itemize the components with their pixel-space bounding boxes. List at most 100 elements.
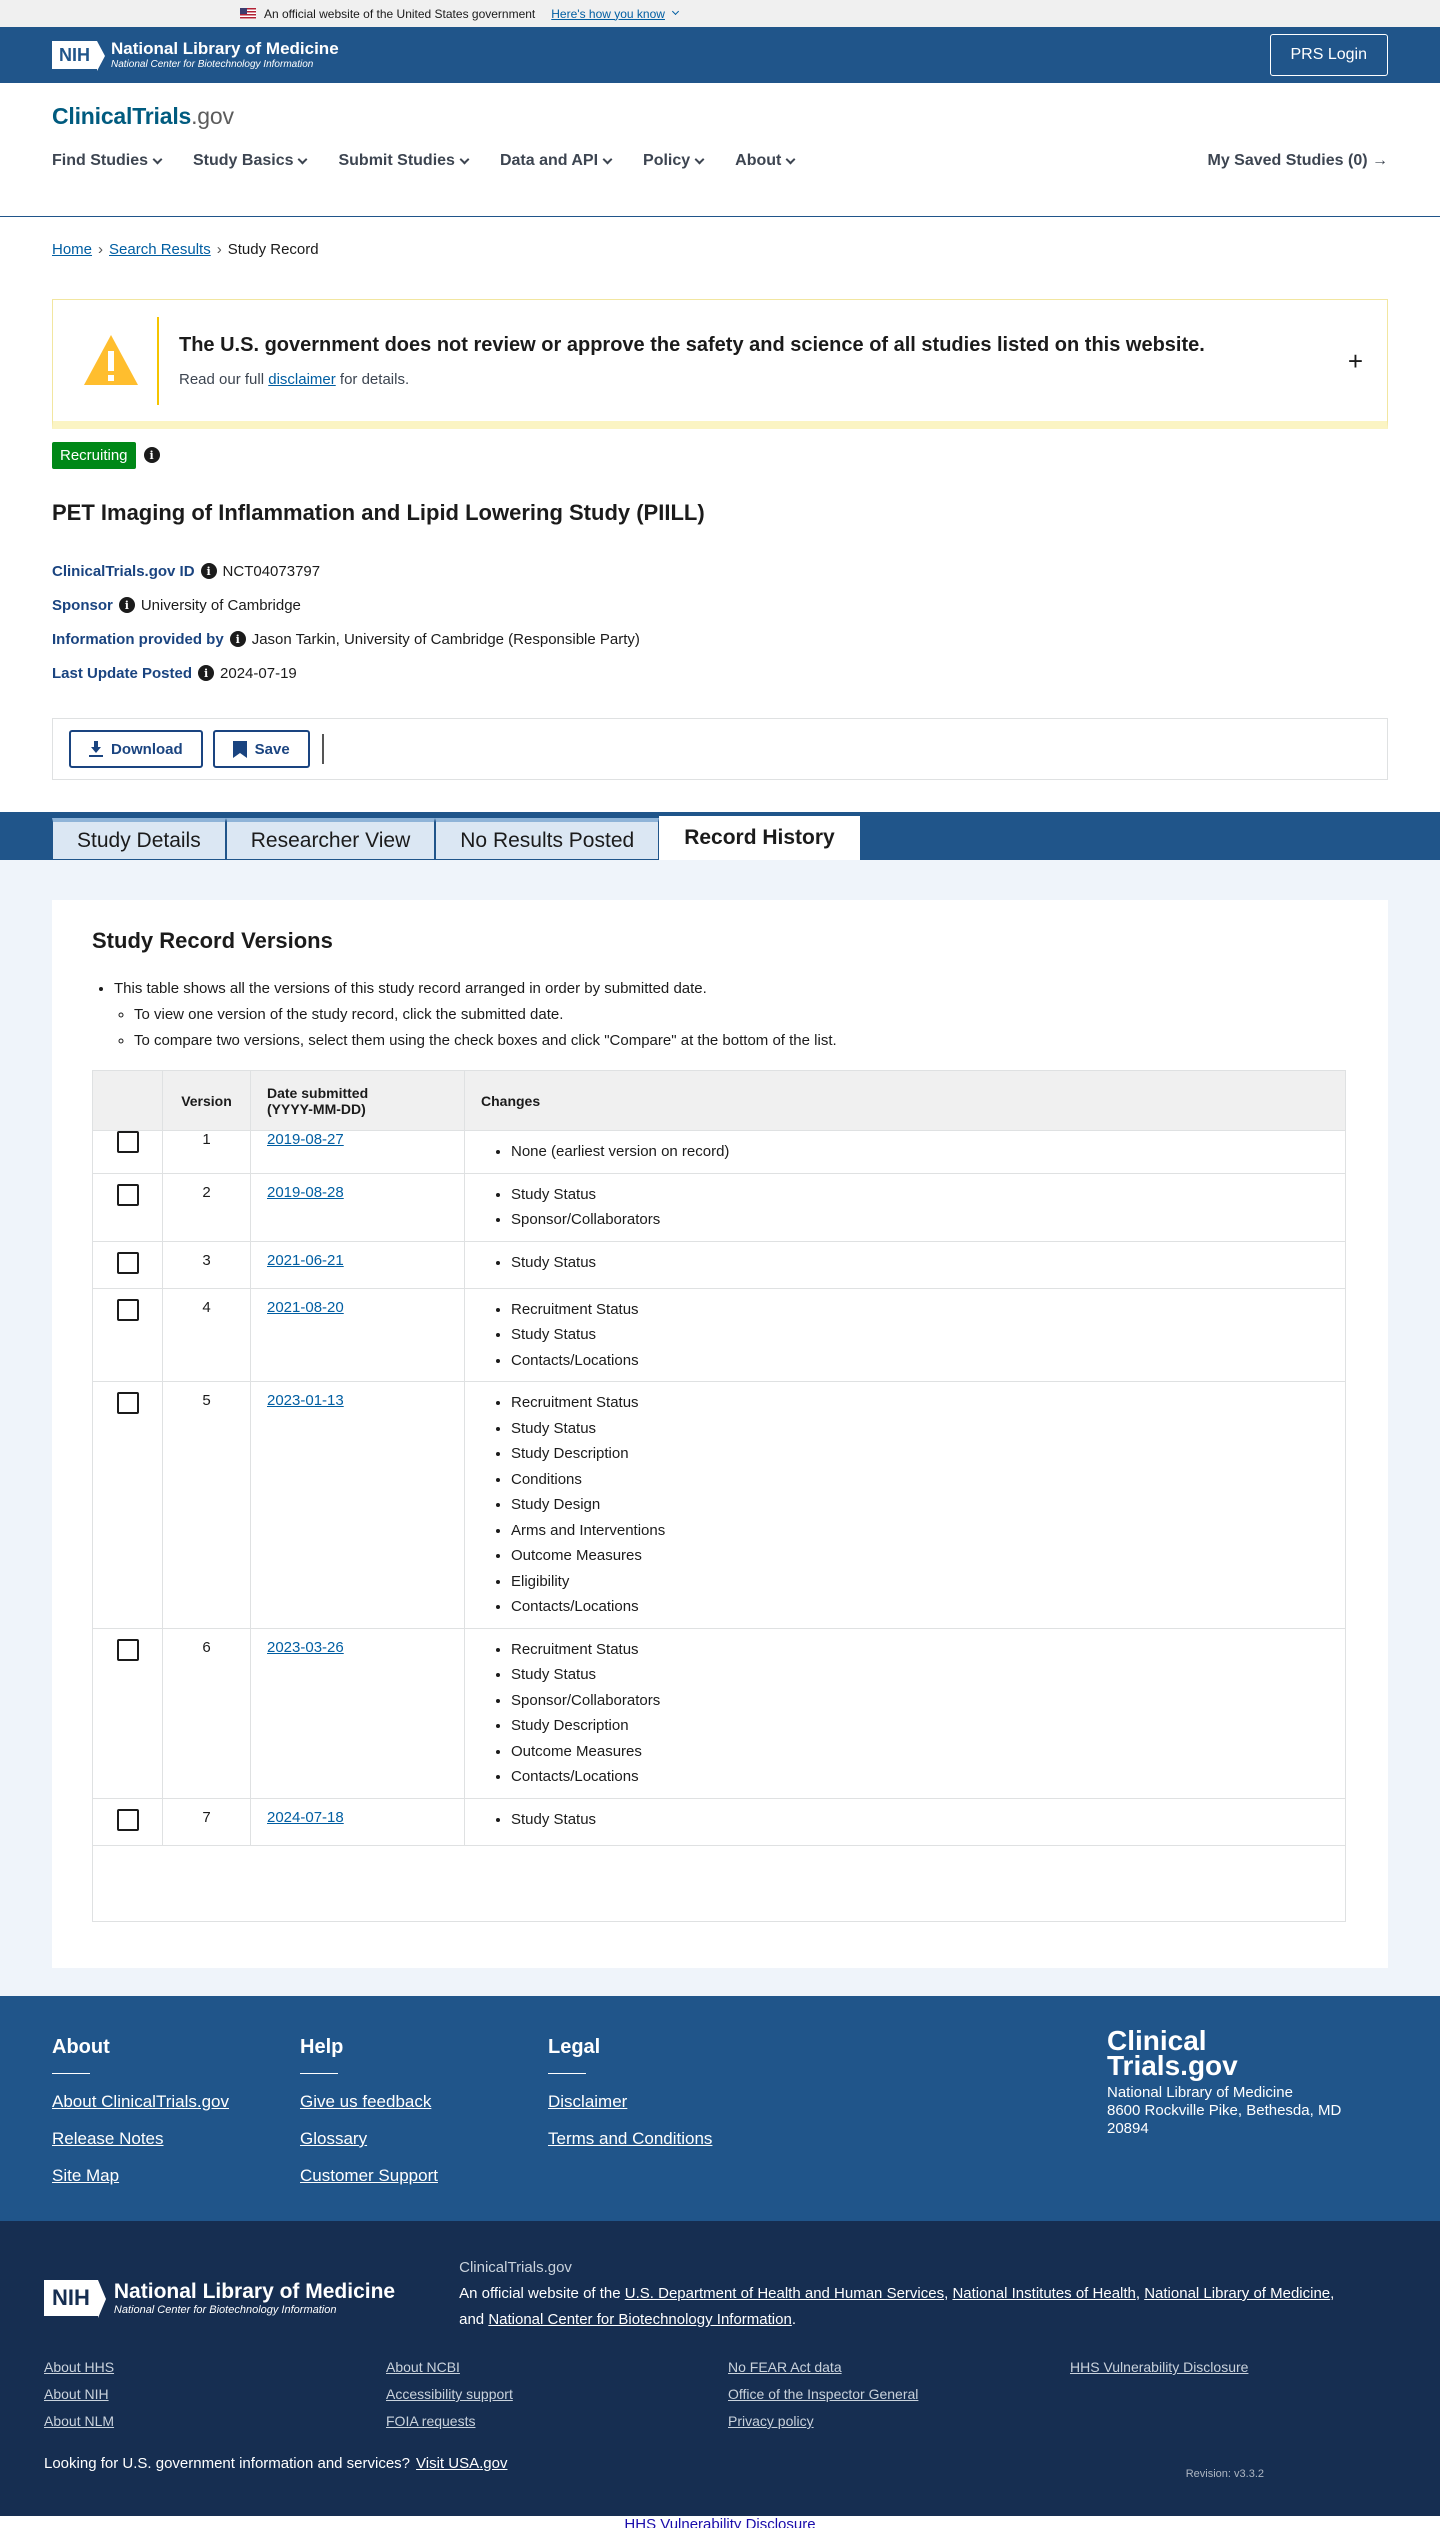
version-date-link[interactable]: 2023-01-13 <box>267 1392 344 1409</box>
nav-about[interactable]: About <box>735 152 796 170</box>
version-number: 1 <box>162 1130 251 1173</box>
prs-login-button[interactable]: PRS Login <box>1269 34 1388 76</box>
study-meta: ClinicalTrials.gov ID i NCT04073797 Sponso… <box>52 554 1388 690</box>
nav-label: Find Studies <box>52 152 148 169</box>
revision-text: Revision: v3.3.2 <box>1185 2468 1264 2480</box>
nlm-title: National Library of Medicine <box>111 39 339 59</box>
version-checkbox[interactable] <box>116 1808 139 1831</box>
change-item: Outcome Measures <box>511 1543 1329 1569</box>
version-checkbox[interactable] <box>116 1638 139 1661</box>
nih-link[interactable]: National Institutes of Health <box>952 2285 1135 2302</box>
version-checkbox[interactable] <box>116 1298 139 1321</box>
clinicaltrials-logo[interactable]: ClinicalTrials.gov <box>52 103 1388 130</box>
info-icon[interactable]: i <box>143 447 160 463</box>
nav-find-studies[interactable]: Find Studies <box>52 152 163 170</box>
change-item: Recruitment Status <box>511 1390 1329 1416</box>
version-date-link[interactable]: 2021-08-20 <box>267 1299 344 1316</box>
table-row: 1 2019-08-27 None (earliest version on rec… <box>92 1130 1346 1173</box>
footer-link[interactable]: Customer Support <box>300 2166 548 2186</box>
version-checkbox[interactable] <box>116 1392 139 1414</box>
nlm-link[interactable]: National Library of Medicine <box>1144 2285 1330 2302</box>
logo-main-text: ClinicalTrials <box>52 103 192 129</box>
version-date-link[interactable]: 2024-07-18 <box>267 1809 344 1826</box>
nlm-link-item[interactable]: About NCBI <box>386 2359 728 2375</box>
version-date-link[interactable]: 2023-03-26 <box>267 1639 344 1656</box>
meta-label: Sponsor <box>52 596 113 614</box>
version-select-cell <box>92 1797 163 1845</box>
logo-suffix-text: .gov <box>191 103 234 129</box>
nlm-link-item[interactable]: HHS Vulnerability Disclosure <box>1070 2359 1412 2375</box>
version-date-link[interactable]: 2021-06-21 <box>267 1252 344 1269</box>
footer-link[interactable]: Terms and Conditions <box>548 2129 796 2149</box>
version-number: 5 <box>162 1381 251 1628</box>
hhs-vulnerability-disclosure-link[interactable]: HHS Vulnerability Disclosure <box>624 2516 815 2528</box>
nav-data-and-api[interactable]: Data and API <box>500 152 613 170</box>
breadcrumb-search-results[interactable]: Search Results <box>109 241 211 258</box>
disclaimer-link[interactable]: disclaimer <box>268 371 336 388</box>
my-saved-studies-link[interactable]: My Saved Studies (0) → <box>1208 152 1389 170</box>
gov-banner: An official website of the United States… <box>0 0 1440 27</box>
nlm-link-item[interactable]: No FEAR Act data <box>728 2359 1070 2375</box>
breadcrumb-separator-icon: › <box>98 240 104 258</box>
nav-study-basics[interactable]: Study Basics <box>193 152 308 170</box>
version-date-cell: 2019-08-28 <box>250 1172 465 1241</box>
nav-label: Submit Studies <box>338 152 455 169</box>
footer-link[interactable]: Glossary <box>300 2129 548 2149</box>
footer-link[interactable]: Site Map <box>52 2166 300 2186</box>
version-checkbox[interactable] <box>116 1131 139 1153</box>
nlm-link-item[interactable]: About NLM <box>44 2413 386 2429</box>
version-select-cell <box>92 1381 163 1628</box>
nlm-link-item[interactable]: About NIH <box>44 2386 386 2402</box>
save-button[interactable]: Save <box>212 730 310 768</box>
hhs-link[interactable]: U.S. Department of Health and Human Serv… <box>625 2285 944 2302</box>
change-item: Sponsor/Collaborators <box>511 1207 1329 1233</box>
tab-no-results-posted[interactable]: No Results Posted <box>435 818 660 860</box>
change-item: Study Description <box>511 1713 1329 1739</box>
version-select-cell <box>92 1287 163 1382</box>
breadcrumb-separator-icon: › <box>216 240 222 258</box>
footer-link[interactable]: Give us feedback <box>300 2092 548 2112</box>
nlm-footer-logo[interactable]: NIH National Library of Medicine Nationa… <box>44 2263 395 2333</box>
footer-link[interactable]: Release Notes <box>52 2129 300 2149</box>
nlm-link-item[interactable]: FOIA requests <box>386 2413 728 2429</box>
record-history-section: Study Record Versions This table shows a… <box>0 860 1440 1996</box>
footer-link[interactable]: About ClinicalTrials.gov <box>52 2092 300 2112</box>
download-label: Download <box>111 740 183 758</box>
nlm-link-item[interactable]: About HHS <box>44 2359 386 2375</box>
visit-usa-gov-link[interactable]: Visit USA.gov <box>416 2455 507 2472</box>
versions-heading: Study Record Versions <box>92 928 333 953</box>
version-date-link[interactable]: 2019-08-27 <box>267 1131 344 1148</box>
breadcrumb-home[interactable]: Home <box>52 241 92 258</box>
saved-label: My Saved Studies (0) <box>1207 152 1368 169</box>
nlm-logo[interactable]: NIH National Library of Medicine Nationa… <box>52 39 339 71</box>
chevron-down-icon <box>298 154 308 164</box>
info-icon[interactable]: i <box>118 597 135 613</box>
version-date-cell: 2021-08-20 <box>250 1287 465 1382</box>
gov-banner-text: An official website of the United States… <box>264 6 536 21</box>
us-flag-icon <box>240 8 256 19</box>
footer-col-title: Help <box>300 2036 344 2058</box>
version-checkbox[interactable] <box>116 1183 139 1206</box>
nlm-link-item[interactable]: Privacy policy <box>728 2413 1070 2429</box>
nlm-link-item[interactable]: Accessibility support <box>386 2386 728 2402</box>
footer-link[interactable]: Disclaimer <box>548 2092 796 2112</box>
tab-researcher-view[interactable]: Researcher View <box>225 818 436 860</box>
version-checkbox[interactable] <box>116 1251 139 1274</box>
tab-study-details[interactable]: Study Details <box>52 818 226 860</box>
version-date-link[interactable]: 2019-08-28 <box>267 1184 344 1201</box>
nav-submit-studies[interactable]: Submit Studies <box>338 152 470 170</box>
expand-plus-icon[interactable]: + <box>1348 346 1363 377</box>
info-icon[interactable]: i <box>198 665 215 681</box>
nav-policy[interactable]: Policy <box>643 152 705 170</box>
empty-cell <box>1070 2386 1412 2402</box>
heres-how-you-know-link[interactable]: Here's how you know <box>551 7 665 21</box>
info-icon[interactable]: i <box>229 631 246 647</box>
nav-label: About <box>735 152 782 169</box>
table-row: 3 2021-06-21 Study Status <box>92 1240 1346 1288</box>
tab-record-history[interactable]: Record History <box>659 816 860 860</box>
ncbi-link[interactable]: National Center for Biotechnology Inform… <box>488 2311 792 2328</box>
info-icon[interactable]: i <box>200 563 217 579</box>
intro-sub-item: To view one version of the study record,… <box>134 1002 1348 1028</box>
nlm-link-item[interactable]: Office of the Inspector General <box>728 2386 1070 2402</box>
download-button[interactable]: Download <box>69 730 203 768</box>
